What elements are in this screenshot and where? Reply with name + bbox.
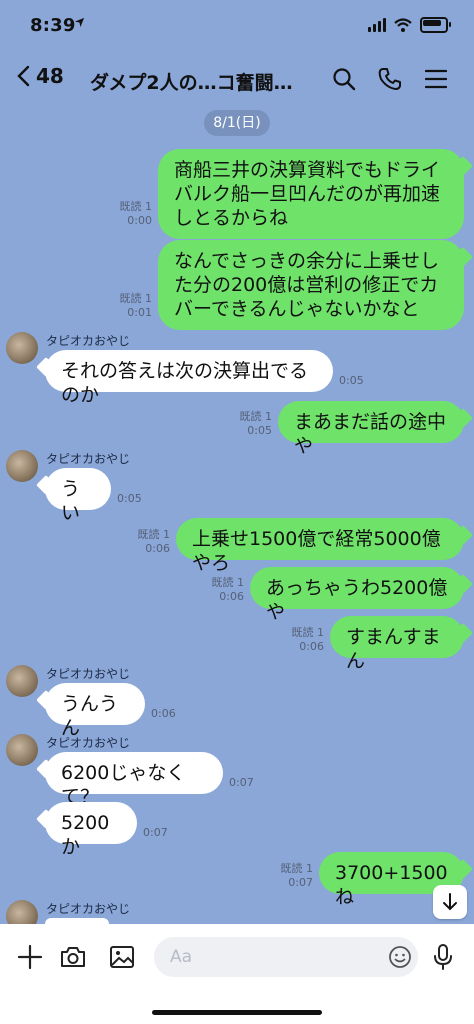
avatar[interactable] [6, 450, 38, 482]
their-message-bubble[interactable]: それの答えは次の決算出でるのか [45, 350, 333, 406]
message-time: 0:06 [151, 707, 176, 720]
my-message-bubble[interactable]: すまんすまん [330, 616, 464, 672]
read-receipt: 既読 1 [239, 410, 273, 423]
message-time: 0:01 [127, 306, 152, 319]
home-indicator [152, 1010, 322, 1015]
message-time: 0:00 [127, 214, 152, 227]
message-input[interactable]: Aa [154, 937, 418, 977]
sender-name: タピオカおやじ [46, 667, 131, 681]
read-receipt: 既読 1 [211, 576, 245, 589]
sender-name: タピオカおやじ [46, 452, 131, 466]
avatar[interactable] [6, 332, 38, 364]
sender-name: タピオカおやじ [46, 902, 131, 916]
microphone-icon[interactable] [428, 942, 458, 972]
sender-name: タピオカおやじ [46, 736, 131, 750]
image-icon[interactable] [107, 942, 137, 972]
read-receipt: 既読 1 [119, 292, 153, 305]
message-composer: Aa [0, 924, 474, 1024]
sender-name: タピオカおやじ [46, 334, 131, 348]
message-time: 0:06 [299, 640, 324, 653]
scroll-to-bottom-button[interactable] [433, 885, 467, 919]
read-receipt: 既読 1 [291, 626, 325, 639]
my-message-bubble[interactable]: あっちゃうわ5200億や [250, 567, 464, 623]
arrow-down-icon [443, 893, 457, 911]
my-message-bubble[interactable]: なんでさっきの余分に上乗せした分の200億は営利の修正でカバーできるんじゃないか… [158, 240, 464, 330]
their-message-bubble[interactable]: うんうん [45, 683, 145, 739]
their-message-bubble[interactable]: うい [45, 468, 111, 524]
message-time: 0:07 [288, 876, 313, 889]
message-time: 0:06 [145, 542, 170, 555]
read-receipt: 既読 1 [280, 862, 314, 875]
avatar[interactable] [6, 665, 38, 697]
message-time: 0:07 [143, 826, 168, 839]
message-time: 0:06 [219, 590, 244, 603]
message-time: 0:05 [117, 492, 142, 505]
message-time: 0:05 [339, 374, 364, 387]
camera-icon[interactable] [58, 942, 88, 972]
my-message-bubble[interactable]: まあまだ話の途中や [278, 401, 464, 457]
date-divider: 8/1(日) [204, 110, 270, 136]
message-time: 0:07 [229, 776, 254, 789]
their-message-bubble[interactable]: 6200じゃなくて？ [45, 752, 223, 808]
my-message-bubble[interactable]: 商船三井の決算資料でもドライバルク船一旦凹んだのが再加速しとるからね [158, 149, 464, 239]
plus-icon[interactable] [15, 942, 45, 972]
my-message-bubble[interactable]: 上乗せ1500億で経常5000億やろ [176, 518, 464, 574]
chat-area[interactable]: 8/1(日) 既読 1 0:00 商船三井の決算資料でもドライバルク船一旦凹んだ… [0, 0, 474, 932]
their-message-bubble[interactable]: 5200か [45, 802, 137, 858]
emoji-icon[interactable] [388, 945, 412, 973]
message-time: 0:05 [247, 424, 272, 437]
avatar[interactable] [6, 734, 38, 766]
read-receipt: 既読 1 [137, 528, 171, 541]
read-receipt: 既読 1 [119, 200, 153, 213]
